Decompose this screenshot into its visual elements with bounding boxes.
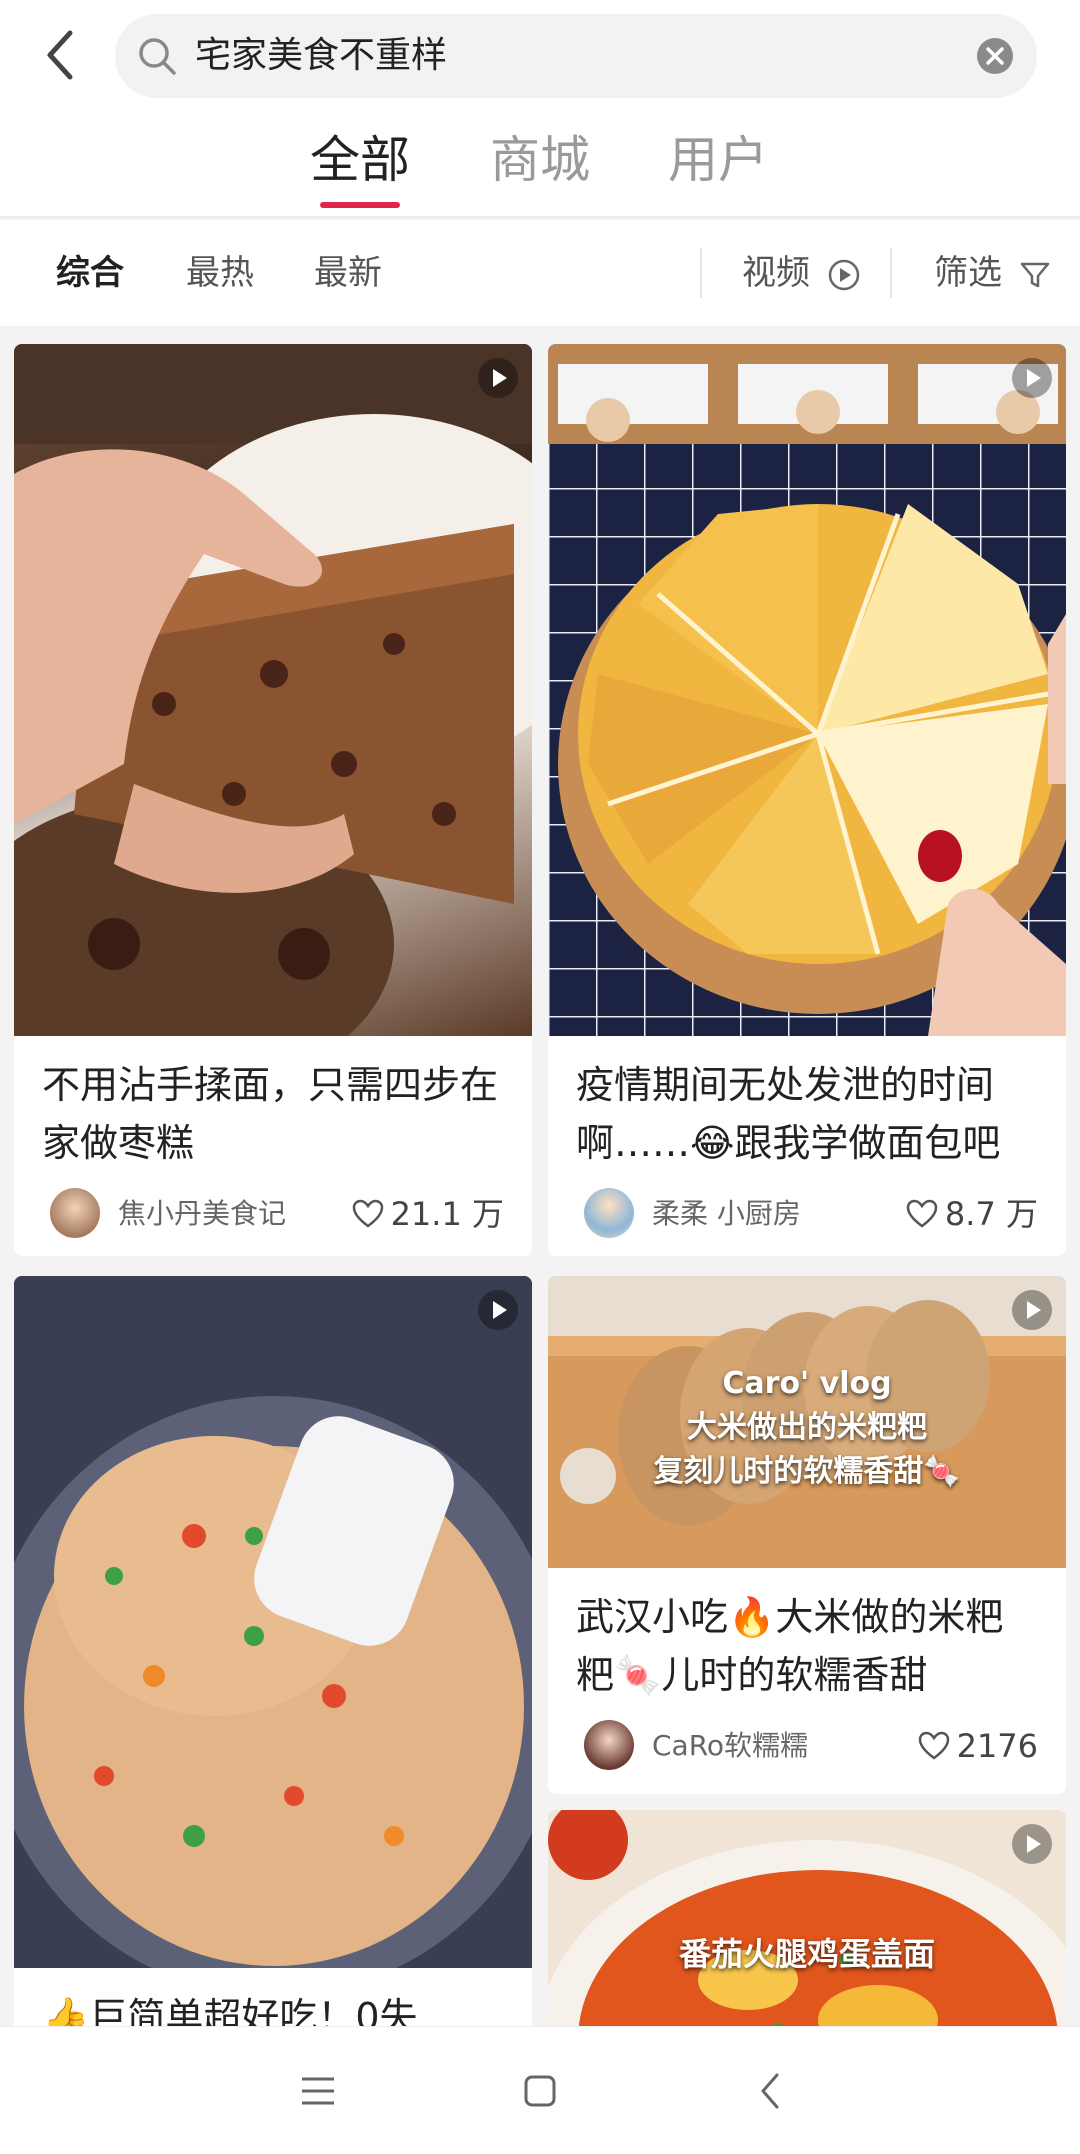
cover-overlay-line: Caro' vlog <box>722 1366 892 1401</box>
search-query: 宅家美食不重样 <box>195 35 448 76</box>
like-button[interactable]: 2176 <box>917 1704 1038 1788</box>
cover-overlay-line: 大米做出的米粑粑 <box>687 1410 927 1445</box>
play-circle-icon <box>828 259 860 290</box>
system-nav-bar <box>0 2026 1080 2154</box>
search-icon <box>139 38 176 75</box>
back-icon <box>761 2073 779 2109</box>
note-card[interactable]: Caro' vlog 大米做出的米粑粑 复刻儿时的软糯香甜🍬 武汉小吃🔥大米做的… <box>548 1276 1066 1794</box>
heart-icon <box>906 1199 938 1228</box>
fried-rice-image <box>14 1276 532 1968</box>
note-card[interactable]: 不用沾手揉面，只需四步在家做枣糕 焦小丹美食记 21.1 万 <box>14 344 532 1256</box>
note-title: 武汉小吃🔥大米做的米粑粑🍬儿时的软糯香甜 <box>576 1595 1004 1697</box>
heart-icon <box>918 1731 949 1760</box>
author-name[interactable]: 柔柔 小厨房 <box>652 1172 801 1256</box>
filter-bar: 综合 最热 最新 视频 筛选 <box>0 220 1080 326</box>
heart-icon <box>352 1199 383 1228</box>
note-cover-image: Caro' vlog 大米做出的米粑粑 复刻儿时的软糯香甜🍬 <box>548 1276 1066 1568</box>
filter-label: 筛选 <box>934 253 1002 293</box>
like-count: 21.1 万 <box>390 1195 504 1233</box>
active-tab-indicator <box>320 202 400 208</box>
results-feed: 不用沾手揉面，只需四步在家做枣糕 焦小丹美食记 21.1 万 疫情期间无处发泄的… <box>0 326 1080 2026</box>
tab-mall[interactable]: 商城 <box>490 128 590 192</box>
search-input[interactable]: 宅家美食不重样 <box>115 14 1037 98</box>
like-button[interactable]: 21.1 万 <box>351 1172 504 1256</box>
video-indicator-icon <box>1012 1290 1052 1330</box>
divider <box>700 248 702 298</box>
tomato-egg-noodles-image <box>548 1810 1066 2026</box>
sort-hottest[interactable]: 最热 <box>186 220 254 326</box>
divider <box>890 248 892 298</box>
note-card[interactable]: 番茄火腿鸡蛋盖面 <box>548 1810 1066 2026</box>
video-indicator-icon <box>1012 1824 1052 1864</box>
avatar[interactable] <box>50 1188 100 1238</box>
note-meta: CaRo软糯糯 2176 <box>548 1704 1066 1788</box>
note-cover-image: 番茄火腿鸡蛋盖面 <box>548 1810 1066 2026</box>
author-name[interactable]: 焦小丹美食记 <box>118 1172 286 1256</box>
cover-overlay-line: 复刻儿时的软糯香甜🍬 <box>653 1454 961 1489</box>
recent-apps-button[interactable] <box>288 2061 348 2121</box>
like-count: 2176 <box>956 1727 1038 1765</box>
bread-image <box>548 344 1066 1036</box>
cover-overlay-line: 番茄火腿鸡蛋盖面 <box>678 1935 935 1973</box>
clear-icon[interactable] <box>975 36 1015 76</box>
home-button[interactable] <box>510 2061 570 2121</box>
sort-comprehensive[interactable]: 综合 <box>56 220 124 326</box>
note-card[interactable]: 疫情期间无处发泄的时间啊……😂跟我学做面包吧 柔柔 小厨房 8.7 万 <box>548 344 1066 1256</box>
video-indicator-icon <box>478 1290 518 1330</box>
note-meta: 柔柔 小厨房 8.7 万 <box>548 1172 1066 1256</box>
tab-users[interactable]: 用户 <box>668 128 768 192</box>
note-title: 👍巨简单超好吃！0失 <box>42 1995 418 2026</box>
chevron-left-icon <box>47 30 73 80</box>
back-button[interactable] <box>30 22 90 88</box>
note-card[interactable]: 👍巨简单超好吃！0失 <box>14 1276 532 2026</box>
note-title: 疫情期间无处发泄的时间啊……😂跟我学做面包吧 <box>576 1063 1001 1165</box>
like-button[interactable]: 8.7 万 <box>905 1172 1038 1256</box>
funnel-icon <box>1020 262 1050 287</box>
video-indicator-icon <box>1012 358 1052 398</box>
jujube-cake-image <box>14 344 532 1036</box>
video-filter-label: 视频 <box>742 253 810 293</box>
note-cover-image <box>548 344 1066 1036</box>
avatar[interactable] <box>584 1720 634 1770</box>
note-cover-image <box>14 344 532 1036</box>
filter-button[interactable]: 筛选 <box>934 220 1051 326</box>
home-icon <box>524 2075 556 2107</box>
like-count: 8.7 万 <box>944 1195 1038 1233</box>
menu-icon <box>302 2077 334 2105</box>
note-title: 不用沾手揉面，只需四步在家做枣糕 <box>42 1063 499 1165</box>
video-indicator-icon <box>478 358 518 398</box>
note-meta: 焦小丹美食记 21.1 万 <box>14 1172 532 1256</box>
author-name[interactable]: CaRo软糯糯 <box>652 1704 808 1788</box>
system-back-button[interactable] <box>740 2061 800 2121</box>
avatar[interactable] <box>584 1188 634 1238</box>
sort-newest[interactable]: 最新 <box>314 220 382 326</box>
result-tabs: 全部 商城 用户 <box>0 110 1080 218</box>
video-filter-button[interactable]: 视频 <box>742 220 861 326</box>
tab-all[interactable]: 全部 <box>310 128 410 192</box>
note-cover-image <box>14 1276 532 1968</box>
top-bar: 宅家美食不重样 <box>0 0 1080 110</box>
